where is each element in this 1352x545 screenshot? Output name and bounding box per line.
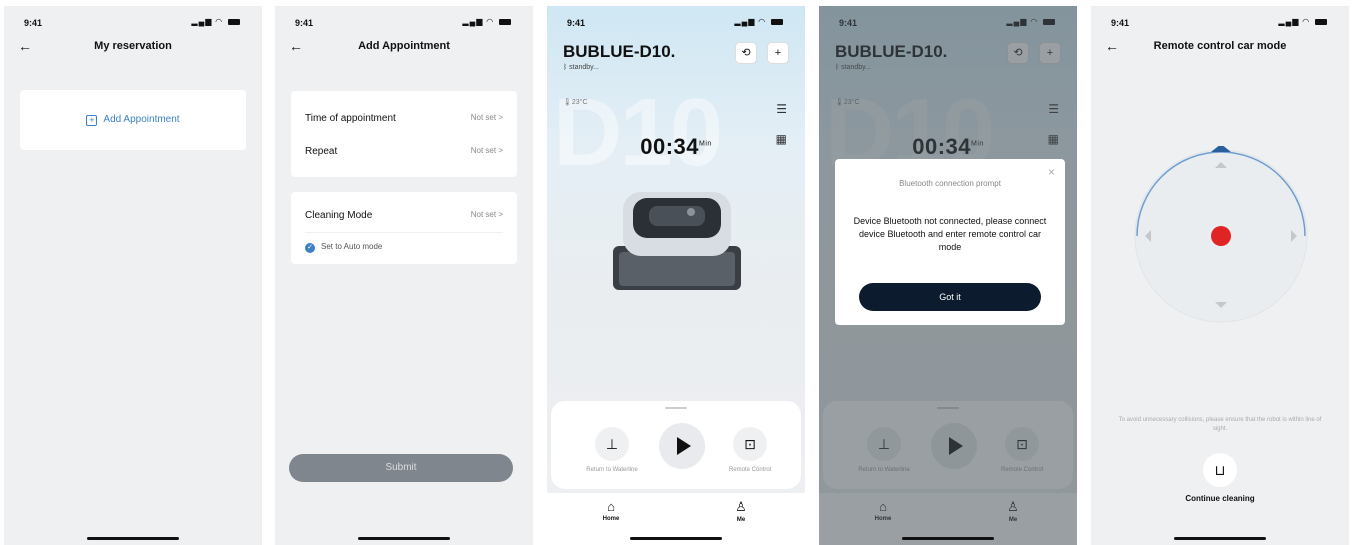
row-cleaning-mode[interactable]: Cleaning Mode Not set > bbox=[305, 210, 503, 221]
screen-bluetooth-prompt: D10 9:41 ▂▄▆ ◠ BUBLUE-D10. ᛒ standby... … bbox=[819, 6, 1077, 545]
row-label: Cleaning Mode bbox=[305, 210, 373, 221]
screen-my-reservation: 9:41 ▂▄▆ ◠ ← My reservation + Add Appoint… bbox=[4, 6, 262, 545]
settings-sliders-icon[interactable]: ☰ bbox=[776, 102, 787, 116]
user-icon: ♙ bbox=[735, 499, 747, 514]
battery-icon bbox=[771, 18, 783, 25]
return-waterline-button[interactable]: ⊥ bbox=[595, 427, 629, 461]
basket-icon: ⊔ bbox=[1214, 462, 1226, 478]
device-status-text: standby... bbox=[569, 64, 599, 71]
refresh-button[interactable]: ⟲ bbox=[735, 42, 757, 64]
screen-add-appointment: 9:41 ▂▄▆ ◠ ← Add Appointment Time of app… bbox=[275, 6, 533, 545]
temperature-value: 23°C bbox=[571, 99, 588, 106]
status-bar: 9:41 ▂▄▆ ◠ bbox=[275, 16, 533, 30]
temperature: 🌡23°C bbox=[563, 98, 588, 106]
continue-cleaning-button[interactable]: ⊔ bbox=[1203, 453, 1237, 487]
row-repeat[interactable]: Repeat Not set > bbox=[305, 146, 503, 157]
bluetooth-dialog: × Bluetooth connection prompt Device Blu… bbox=[835, 159, 1065, 325]
checkmark-icon: ✓ bbox=[305, 243, 315, 253]
row-label: Repeat bbox=[305, 146, 338, 157]
add-appointment-label: Add Appointment bbox=[103, 114, 180, 125]
status-bar: 9:41 ▂▄▆ ◠ bbox=[4, 16, 262, 30]
refresh-icon: ⟲ bbox=[741, 47, 751, 59]
status-icons: ▂▄▆ ◠ bbox=[462, 17, 511, 26]
cleaning-timer: 00:34Min bbox=[547, 134, 805, 160]
row-value: Not set > bbox=[470, 210, 503, 219]
thermometer-icon: 🌡 bbox=[563, 99, 572, 106]
status-icons: ▂▄▆ ◠ bbox=[191, 17, 240, 26]
home-indicator bbox=[87, 537, 179, 540]
nav-bar: ← Remote control car mode bbox=[1091, 38, 1349, 58]
play-icon bbox=[677, 437, 691, 455]
remote-control-label: Remote Control bbox=[728, 467, 772, 473]
auto-mode-label: Set to Auto mode bbox=[321, 242, 383, 251]
home-indicator bbox=[358, 537, 450, 540]
status-time: 9:41 bbox=[24, 18, 43, 28]
drag-handle[interactable] bbox=[665, 407, 687, 409]
status-icons: ▂▄▆ ◠ bbox=[1278, 17, 1327, 26]
continue-cleaning-label[interactable]: Continue cleaning bbox=[1091, 494, 1349, 503]
battery-icon bbox=[228, 18, 240, 25]
plus-icon: + bbox=[774, 47, 782, 59]
dialog-message: Device Bluetooth not connected, please c… bbox=[853, 216, 1047, 252]
timer-unit: Min bbox=[699, 140, 712, 148]
nav-bar: ← My reservation bbox=[4, 38, 262, 58]
plus-icon: + bbox=[86, 115, 98, 126]
cleaning-mode-card: Cleaning Mode Not set > ✓ Set to Auto mod… bbox=[291, 192, 517, 264]
arrow-up-active-icon[interactable] bbox=[1211, 146, 1231, 152]
got-it-button[interactable]: Got it bbox=[859, 283, 1041, 311]
close-icon[interactable]: × bbox=[1048, 165, 1055, 179]
screen-device-home: D10 9:41 ▂▄▆ ◠ BUBLUE-D10. ᛒ standby... … bbox=[547, 6, 805, 545]
row-value: Not set > bbox=[470, 146, 503, 155]
status-icons: ▂▄▆ ◠ bbox=[734, 17, 783, 26]
battery-icon bbox=[1315, 18, 1327, 25]
tab-home-label: Home bbox=[602, 516, 620, 522]
auto-mode-option[interactable]: ✓ Set to Auto mode bbox=[305, 242, 382, 253]
row-label: Time of appointment bbox=[305, 113, 396, 124]
control-panel: ⊥ Return to Waterline ⊡ Remote Control bbox=[551, 401, 801, 489]
return-waterline-label: Return to Waterline bbox=[586, 467, 638, 473]
tab-me-label: Me bbox=[736, 517, 746, 523]
home-indicator bbox=[630, 537, 722, 540]
stop-dot-icon[interactable] bbox=[1211, 226, 1231, 246]
page-title: Remote control car mode bbox=[1153, 40, 1287, 52]
remote-control-button[interactable]: ⊡ bbox=[733, 427, 767, 461]
home-icon: ⌂ bbox=[607, 499, 615, 514]
add-appointment-button[interactable]: + Add Appointment bbox=[20, 90, 246, 126]
row-time-of-appointment[interactable]: Time of appointment Not set > bbox=[305, 113, 503, 124]
row-value: Not set > bbox=[470, 113, 503, 122]
status-time: 9:41 bbox=[1111, 18, 1130, 28]
page-title: Add Appointment bbox=[358, 40, 450, 52]
home-indicator bbox=[1174, 537, 1266, 540]
status-bar: 9:41 ▂▄▆ ◠ bbox=[1091, 16, 1349, 30]
home-indicator bbox=[902, 537, 994, 540]
dialog-title: Bluetooth connection prompt bbox=[899, 179, 1001, 188]
tab-me[interactable]: ♙ Me bbox=[711, 499, 771, 523]
schedule-card: Time of appointment Not set > Repeat Not… bbox=[291, 91, 517, 177]
tab-home[interactable]: ⌂ Home bbox=[581, 499, 641, 522]
add-device-button[interactable]: + bbox=[767, 42, 789, 64]
page-title: My reservation bbox=[94, 40, 172, 52]
joystick-pad[interactable] bbox=[1131, 146, 1311, 326]
battery-icon bbox=[499, 18, 511, 25]
status-bar: 9:41 ▂▄▆ ◠ bbox=[547, 16, 805, 30]
screen-remote-control: 9:41 ▂▄▆ ◠ ← Remote control car mode To … bbox=[1091, 6, 1349, 545]
status-time: 9:41 bbox=[295, 18, 314, 28]
model-watermark: D10 bbox=[553, 79, 723, 186]
safety-note: To avoid unnecessary collisions, please … bbox=[1118, 417, 1322, 432]
waterline-icon: ⊥ bbox=[605, 436, 619, 452]
add-appointment-card[interactable]: + Add Appointment bbox=[20, 90, 246, 150]
robot-remote-icon: ⊡ bbox=[744, 436, 756, 452]
divider bbox=[305, 232, 503, 233]
timer-value: 00:34 bbox=[640, 134, 699, 159]
status-time: 9:41 bbox=[567, 18, 586, 28]
start-cleaning-button[interactable] bbox=[659, 423, 705, 469]
device-status: ᛒ standby... bbox=[563, 64, 599, 71]
submit-button[interactable]: Submit bbox=[289, 454, 513, 482]
device-name: BUBLUE-D10. bbox=[563, 42, 676, 61]
nav-bar: ← Add Appointment bbox=[275, 38, 533, 58]
robot-illustration bbox=[613, 192, 741, 290]
